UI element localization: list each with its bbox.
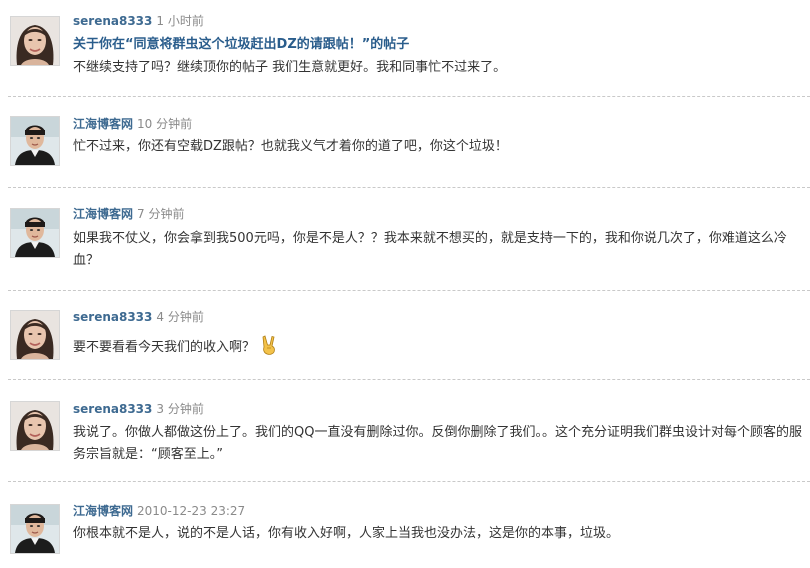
timestamp: 1 小时前	[156, 14, 204, 28]
female-avatar-icon	[11, 311, 59, 359]
comment-text: 忙不过来，你还有空载DZ跟帖？也就我义气才着你的道了吧，你这个垃圾！	[73, 139, 508, 154]
comment-text: 不继续支持了吗？继续顶你的帖子 我们生意就更好。我和同事忙不过来了。	[73, 60, 507, 75]
female-avatar-icon	[11, 402, 59, 450]
comment-item: serena8333 4 分钟前 要不要看看今天我们的收入啊？	[0, 291, 810, 380]
comment-item: 江海博客网 7 分钟前 如果我不仗义，你会拿到我500元吗，你是不是人？？我本来就…	[0, 188, 810, 291]
male-avatar-icon	[11, 209, 59, 257]
timestamp: 7 分钟前	[137, 207, 185, 221]
avatar[interactable]	[10, 310, 60, 360]
avatar[interactable]	[10, 504, 60, 554]
comment-meta: 江海博客网 7 分钟前	[73, 206, 184, 222]
timestamp: 4 分钟前	[156, 310, 204, 324]
avatar[interactable]	[10, 116, 60, 166]
comment-text: 要不要看看今天我们的收入啊？	[73, 335, 808, 363]
comment-meta: serena8333 4 分钟前	[73, 309, 204, 325]
victory-hand-icon	[261, 335, 277, 363]
timestamp: 3 分钟前	[156, 402, 204, 416]
comment-text: 你根本就不是人，说的不是人话，你有收入好啊，人家上当我也没办法，这是你的本事，垃…	[73, 526, 620, 541]
comment-item: serena8333 3 分钟前 我说了。你做人都做这份上了。我们的QQ一直没有删…	[0, 380, 810, 482]
author-link[interactable]: 江海博客网	[73, 504, 133, 518]
avatar[interactable]	[10, 401, 60, 451]
timestamp: 2010-12-23 23:27	[137, 504, 246, 518]
comment-text-content: 要不要看看今天我们的收入啊？	[73, 340, 256, 355]
comment-meta: 江海博客网 10 分钟前	[73, 116, 192, 132]
author-link[interactable]: serena8333	[73, 14, 152, 28]
comment-item: 江海博客网 2010-12-23 23:27 你根本就不是人，说的不是人话，你有收…	[0, 482, 810, 568]
author-link[interactable]: 江海博客网	[73, 117, 133, 131]
author-link[interactable]: serena8333	[73, 402, 152, 416]
comment-text: 我说了。你做人都做这份上了。我们的QQ一直没有删除过你。反倒你删除了我们。。这个…	[73, 425, 802, 462]
avatar[interactable]	[10, 16, 60, 66]
avatar[interactable]	[10, 208, 60, 258]
thread-title-link[interactable]: 关于你在“同意将群虫这个垃圾赶出DZ的请跟帖！”的帖子	[73, 36, 409, 54]
comment-meta: serena8333 1 小时前	[73, 13, 204, 29]
comment-text: 如果我不仗义，你会拿到我500元吗，你是不是人？？我本来就不想买的，就是支持一下…	[73, 231, 787, 268]
female-avatar-icon	[11, 17, 59, 65]
comment-meta: 江海博客网 2010-12-23 23:27	[73, 503, 245, 519]
comment-item: serena8333 1 小时前 关于你在“同意将群虫这个垃圾赶出DZ的请跟帖！”…	[0, 0, 810, 97]
timestamp: 10 分钟前	[137, 117, 193, 131]
author-link[interactable]: serena8333	[73, 310, 152, 324]
male-avatar-icon	[11, 117, 59, 165]
author-link[interactable]: 江海博客网	[73, 207, 133, 221]
male-avatar-icon	[11, 505, 59, 553]
comment-item: 江海博客网 10 分钟前 忙不过来，你还有空载DZ跟帖？也就我义气才着你的道了吧，…	[0, 97, 810, 188]
comment-meta: serena8333 3 分钟前	[73, 401, 204, 417]
